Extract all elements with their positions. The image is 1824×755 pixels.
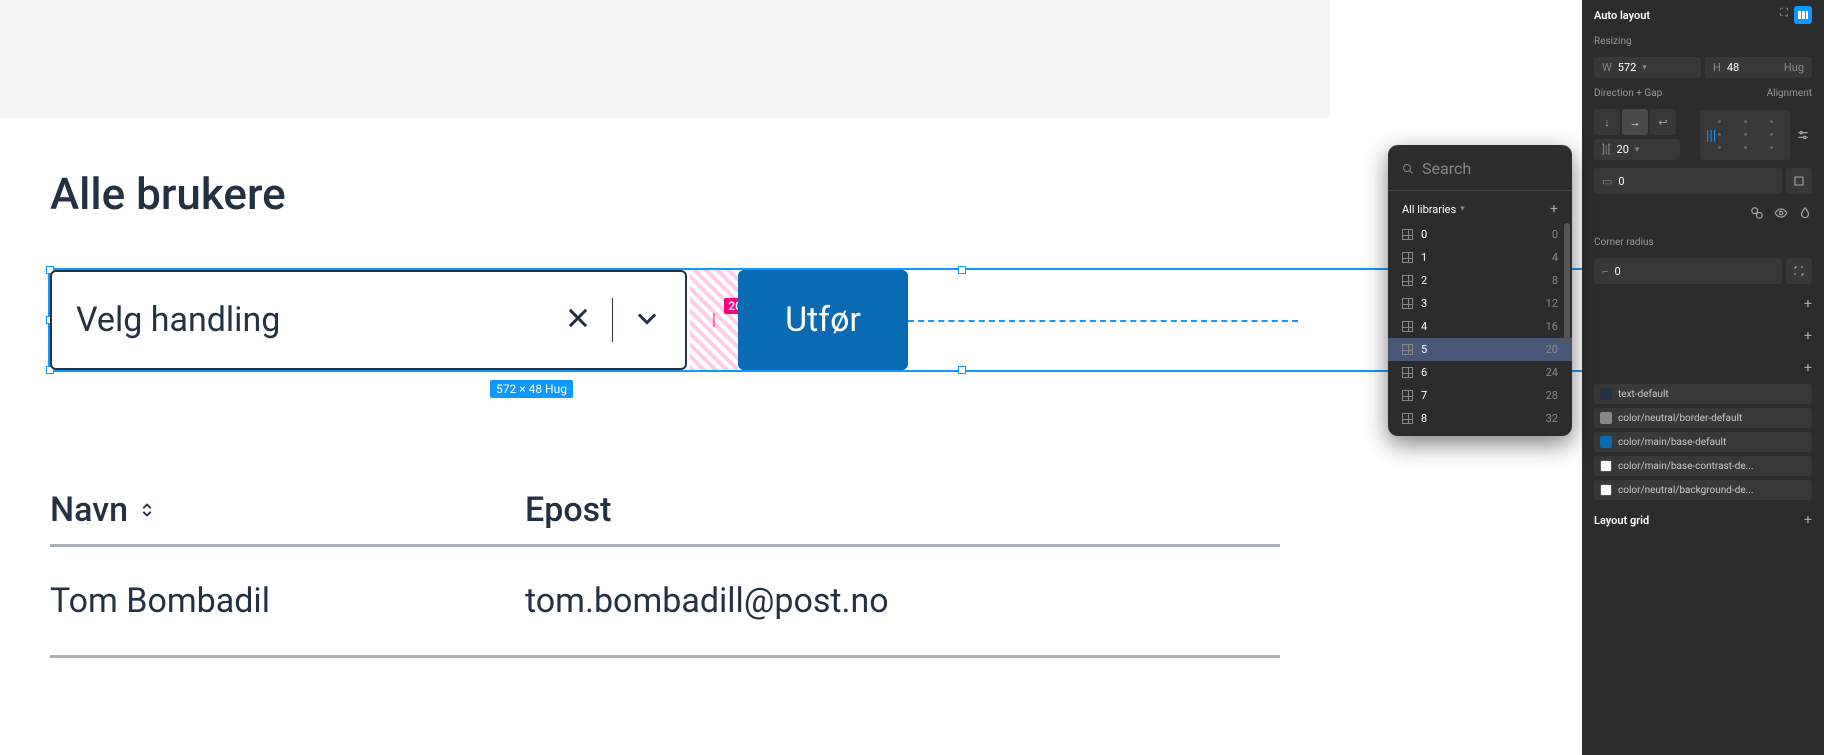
corner-individual-icon[interactable] xyxy=(1786,258,1812,284)
library-label: All libraries xyxy=(1402,203,1456,216)
add-icon[interactable]: + xyxy=(1804,360,1812,376)
search-placeholder: Search xyxy=(1422,159,1471,178)
list-item[interactable]: 832 xyxy=(1388,407,1572,430)
list-item[interactable]: 416 xyxy=(1388,315,1572,338)
direction-gap-label: Direction + Gap xyxy=(1594,88,1662,99)
variable-icon xyxy=(1402,252,1413,263)
cell-epost: tom.bombadill@post.no xyxy=(525,581,889,621)
list-item[interactable]: 520 xyxy=(1388,338,1572,361)
auto-layout-toggle[interactable] xyxy=(1794,6,1812,24)
cell-navn: Tom Bombadil xyxy=(50,581,525,621)
color-item[interactable]: color/main/base-contrast-de... xyxy=(1594,456,1812,476)
resize-handle[interactable] xyxy=(958,266,966,274)
add-icon[interactable]: + xyxy=(1804,512,1812,528)
visibility-icon[interactable] xyxy=(1774,206,1788,223)
adjust-icon[interactable] xyxy=(1794,122,1812,148)
list-item[interactable]: 00 xyxy=(1388,223,1572,246)
properties-panel[interactable]: Auto layout ⛶ Resizing W 572 ▾ H 48 Hug … xyxy=(1582,0,1824,755)
padding-individual-icon[interactable] xyxy=(1786,168,1812,194)
variable-icon xyxy=(1402,390,1413,401)
users-table: Navn Epost Tom Bombadil tom.bombadill@po… xyxy=(50,490,1280,658)
add-icon[interactable]: + xyxy=(1804,296,1812,312)
selection-colors: text-default color/neutral/border-defaul… xyxy=(1582,384,1824,500)
color-item[interactable]: color/main/base-default xyxy=(1594,432,1812,452)
alignment-grid[interactable]: ||| xyxy=(1700,110,1790,160)
library-selector[interactable]: All libraries ▾ xyxy=(1402,203,1465,216)
list-item[interactable]: 624 xyxy=(1388,361,1572,384)
popup-search[interactable]: Search xyxy=(1388,151,1572,186)
variable-icon xyxy=(1402,413,1413,424)
list-item[interactable]: 312 xyxy=(1388,292,1572,315)
action-dropdown[interactable]: Velg handling xyxy=(50,270,687,370)
close-icon[interactable] xyxy=(564,304,592,336)
collapse-icon[interactable]: ⛶ xyxy=(1780,6,1788,24)
variable-icon xyxy=(1402,229,1413,240)
droplet-icon[interactable] xyxy=(1798,206,1812,223)
dropdown-label: Velg handling xyxy=(76,300,280,340)
list-item[interactable]: 28 xyxy=(1388,269,1572,292)
popup-list[interactable]: 00 14 28 312 416 520 624 728 832 xyxy=(1388,223,1572,430)
variable-icon xyxy=(1402,367,1413,378)
gap-field[interactable]: ]|[ 20 ▾ xyxy=(1594,139,1680,160)
layout-grid-label: Layout grid xyxy=(1594,514,1649,527)
color-item[interactable]: color/neutral/background-de... xyxy=(1594,480,1812,500)
selection-size-label: 572 × 48 Hug xyxy=(490,380,573,398)
table-header: Navn Epost xyxy=(50,490,1280,547)
canvas-area[interactable]: Alle brukere Velg handling 20 Utfør xyxy=(0,0,1330,755)
table-row[interactable]: Tom Bombadil tom.bombadill@post.no xyxy=(50,547,1280,658)
column-navn[interactable]: Navn xyxy=(50,490,525,530)
selected-frame[interactable]: Velg handling 20 Utfør xyxy=(50,270,1280,370)
add-icon[interactable]: + xyxy=(1804,328,1812,344)
padding-field[interactable]: ▭ 0 xyxy=(1594,168,1782,194)
chevron-down-icon: ▾ xyxy=(1460,204,1465,214)
auto-layout-title: Auto layout xyxy=(1594,9,1650,22)
chevron-down-icon[interactable]: ▾ xyxy=(1635,145,1640,155)
list-item[interactable]: 14 xyxy=(1388,246,1572,269)
column-label: Navn xyxy=(50,490,128,530)
width-field[interactable]: W 572 ▾ xyxy=(1594,57,1701,78)
scrollbar[interactable] xyxy=(1564,223,1570,343)
variable-icon xyxy=(1402,298,1413,309)
direction-horizontal[interactable]: → xyxy=(1622,109,1648,135)
direction-vertical[interactable]: ↓ xyxy=(1594,109,1620,135)
divider xyxy=(612,298,613,342)
column-label: Epost xyxy=(525,490,611,530)
page-title: Alle brukere xyxy=(50,168,1280,220)
color-item[interactable]: text-default xyxy=(1594,384,1812,404)
corner-radius-label: Corner radius xyxy=(1594,237,1654,248)
color-item[interactable]: color/neutral/border-default xyxy=(1594,408,1812,428)
variable-icon xyxy=(1402,321,1413,332)
corner-radius-field[interactable]: ⌐ 0 xyxy=(1594,258,1782,284)
column-epost[interactable]: Epost xyxy=(525,490,611,530)
chevron-down-icon[interactable]: ▾ xyxy=(1642,63,1647,73)
sort-icon[interactable] xyxy=(136,490,158,530)
variable-icon xyxy=(1402,275,1413,286)
add-icon[interactable]: + xyxy=(1550,201,1558,217)
resize-handle[interactable] xyxy=(958,366,966,374)
list-item[interactable]: 728 xyxy=(1388,384,1572,407)
variable-icon xyxy=(1402,344,1413,355)
execute-button[interactable]: Utfør xyxy=(738,270,908,370)
chevron-down-icon[interactable] xyxy=(633,304,661,336)
direction-wrap[interactable]: ↩ xyxy=(1650,109,1676,135)
canvas-top-band xyxy=(0,0,1330,118)
alignment-label: Alignment xyxy=(1767,88,1812,99)
styles-icon[interactable] xyxy=(1750,206,1764,223)
resizing-label: Resizing xyxy=(1594,36,1632,47)
spacing-variable-popup[interactable]: Search All libraries ▾ + 00 14 28 312 41… xyxy=(1388,145,1572,436)
height-field[interactable]: H 48 Hug xyxy=(1705,57,1812,78)
